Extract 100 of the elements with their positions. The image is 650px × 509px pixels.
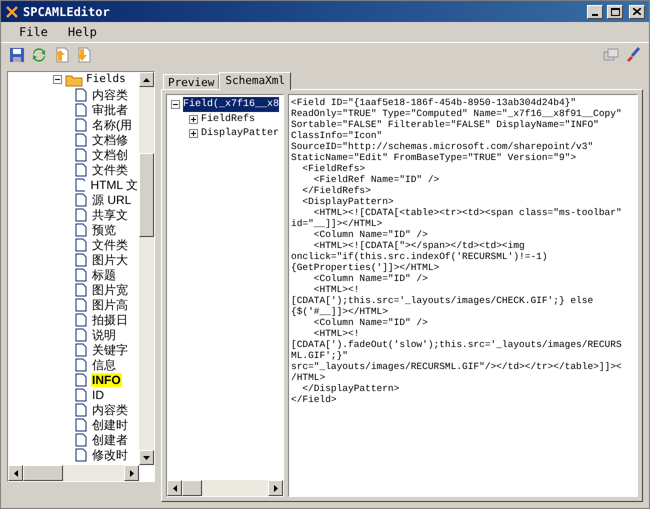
tree-item[interactable]: 图片大 xyxy=(91,252,129,266)
expand-icon[interactable] xyxy=(189,128,198,138)
tree-item[interactable]: FieldRefs xyxy=(201,112,256,126)
document-icon xyxy=(75,238,87,252)
document-icon xyxy=(75,192,87,206)
tree-item[interactable]: HTML 文 xyxy=(89,178,139,192)
tree-item[interactable]: 文档修 xyxy=(91,132,129,146)
tree-item[interactable]: 关键字 xyxy=(91,342,129,356)
tree-item[interactable]: DisplayPatter xyxy=(201,126,280,140)
minimize-button[interactable] xyxy=(587,4,603,18)
code-line: <Column Name="ID" /> xyxy=(312,229,428,240)
tree-item[interactable]: 共享文 xyxy=(91,208,129,222)
horizontal-scrollbar[interactable] xyxy=(8,465,139,481)
document-icon xyxy=(75,178,86,192)
tree-item[interactable]: Field(_x7f16__x8 xyxy=(183,97,280,112)
tree-item[interactable]: 源 URL xyxy=(91,192,132,206)
menu-item[interactable]: File xyxy=(9,23,58,41)
code-line: id="__]]></HTML> xyxy=(291,218,382,229)
tree-item[interactable]: INFO xyxy=(91,372,122,386)
document-icon xyxy=(75,102,87,116)
code-line: <HTML><![CDATA["></span></td><td><img xyxy=(312,240,525,251)
code-line: <FieldRefs> xyxy=(301,163,366,174)
tree-item[interactable]: 创建时 xyxy=(91,418,129,432)
upload-document-icon[interactable] xyxy=(53,46,69,62)
code-line: <HTML><! xyxy=(312,328,360,339)
menu-item[interactable]: Help xyxy=(58,23,107,41)
scroll-right-button[interactable] xyxy=(268,480,283,496)
code-line: </Field> xyxy=(291,394,337,405)
tree-item[interactable]: 标题 xyxy=(91,268,117,282)
maximize-icon xyxy=(610,8,620,16)
document-icon xyxy=(75,402,87,416)
maximize-button[interactable] xyxy=(607,4,623,18)
tree-item[interactable]: 审批者 xyxy=(91,102,129,116)
collapse-icon[interactable] xyxy=(171,100,180,109)
code-line: /HTML> xyxy=(291,372,326,383)
code-line: StaticName="Edit" FromBaseType="TRUE" Version="9"> xyxy=(291,152,576,163)
document-icon xyxy=(75,342,87,356)
scroll-down-button[interactable] xyxy=(139,450,154,465)
close-icon xyxy=(633,8,641,15)
scroll-left-button[interactable] xyxy=(8,465,23,481)
tree-item[interactable]: 说明 xyxy=(91,328,117,342)
scroll-thumb[interactable] xyxy=(182,480,202,496)
code-line: [CDATA[');this.src='_layouts/images/CHECK.GIF';} else xyxy=(291,295,594,306)
code-line: </DisplayPattern> xyxy=(301,383,400,394)
code-line: </FieldRefs> xyxy=(301,185,371,196)
code-line: <Column Name="ID" /> xyxy=(312,273,428,284)
scroll-up-button[interactable] xyxy=(139,72,154,87)
tree-item[interactable]: 创建者 xyxy=(91,432,129,446)
tree-item[interactable]: Fields xyxy=(86,72,126,88)
document-icon xyxy=(75,372,87,386)
document-icon xyxy=(75,252,87,266)
right-arrow-icon xyxy=(130,470,134,476)
expand-icon[interactable] xyxy=(189,114,198,124)
save-icon[interactable] xyxy=(9,46,25,62)
tree-item[interactable]: 拍摄日 xyxy=(91,312,129,326)
document-icon xyxy=(75,358,87,372)
document-icon xyxy=(75,132,87,146)
scroll-thumb[interactable] xyxy=(139,153,154,237)
tree-item[interactable]: 名称(用 xyxy=(91,118,133,132)
tree-item[interactable]: 文件类 xyxy=(91,238,129,252)
tree-item[interactable]: 图片宽 xyxy=(91,282,129,296)
tab[interactable]: SchemaXml xyxy=(219,72,291,90)
code-line: <Column Name="ID" /> xyxy=(312,317,428,328)
code-line: SourceID="http://schemas.microsoft.com/sharepoint/v3" xyxy=(291,141,594,152)
tree-item[interactable]: 内容类 xyxy=(91,88,129,102)
document-icon xyxy=(75,448,87,462)
document-icon xyxy=(75,88,87,102)
code-line: {GetProperties(']]></HTML> xyxy=(291,262,440,273)
tree-item[interactable]: 预览 xyxy=(91,222,117,236)
minimize-icon xyxy=(592,14,598,16)
close-button[interactable] xyxy=(629,4,645,18)
document-icon xyxy=(75,418,87,432)
tree-item[interactable]: 图片高 xyxy=(91,298,129,312)
scroll-left-button[interactable] xyxy=(167,480,182,496)
code-line: <FieldRef Name="ID" /> xyxy=(312,174,440,185)
document-icon xyxy=(75,208,87,222)
scroll-thumb[interactable] xyxy=(23,465,63,481)
scroll-right-button[interactable] xyxy=(124,465,139,481)
vertical-scrollbar[interactable] xyxy=(139,72,154,465)
document-icon xyxy=(75,222,87,236)
tree-item[interactable]: ID xyxy=(91,388,105,402)
code-line: <HTML><![CDATA[<table><tr><td><span class="ms-toolbar" xyxy=(312,207,622,218)
collapse-icon[interactable] xyxy=(53,75,62,84)
tree-item[interactable]: 文档创 xyxy=(91,148,129,162)
code-line: ML.GIF';}" xyxy=(291,350,348,361)
tree-item[interactable]: 修改时 xyxy=(91,448,129,462)
code-line: ClassInfo="Icon" xyxy=(291,130,382,141)
horizontal-scrollbar[interactable] xyxy=(167,480,283,496)
brush-icon[interactable] xyxy=(625,46,641,62)
download-document-icon[interactable] xyxy=(75,46,91,62)
left-arrow-icon xyxy=(172,484,176,492)
code-line: <DisplayPattern> xyxy=(301,196,394,207)
tree-item[interactable]: 内容类 xyxy=(91,402,129,416)
folder-icon xyxy=(65,72,83,86)
tree-item[interactable]: 信息 xyxy=(91,358,117,372)
code-line: src="_layouts/images/RECURSML.GIF"/></td></tr></table>]]>< xyxy=(291,361,622,372)
xml-text-area[interactable] xyxy=(288,94,638,497)
tree-item[interactable]: 文件类 xyxy=(91,162,129,176)
tab[interactable]: Preview xyxy=(163,74,220,89)
up-arrow-icon xyxy=(143,78,150,82)
